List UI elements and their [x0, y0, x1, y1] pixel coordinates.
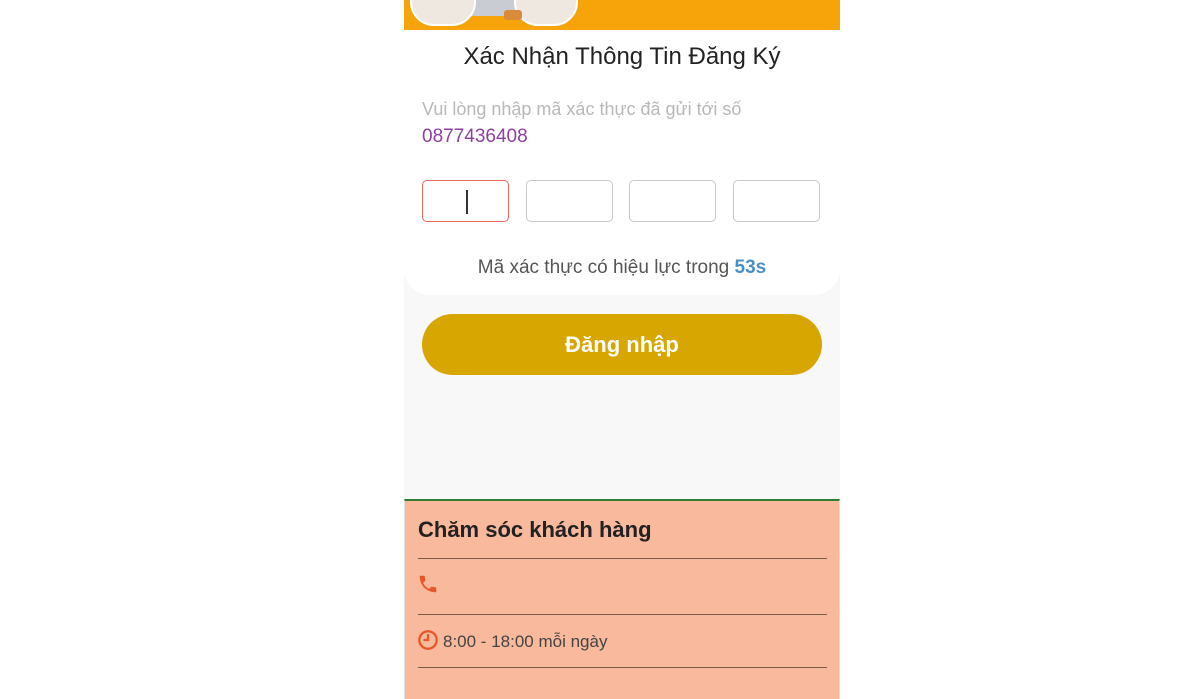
login-button[interactable]: Đăng nhập [422, 314, 822, 375]
customer-care-title: Chăm sóc khách hàng [418, 517, 652, 542]
page-title: Xác Nhận Thông Tin Đăng Ký [463, 43, 781, 70]
divider [418, 614, 827, 615]
divider [418, 667, 827, 668]
header-banner [404, 0, 840, 30]
otp-timer: Mã xác thực có hiệu lực trong 53s [404, 257, 840, 279]
mobile-page: Xác Nhận Thông Tin Đăng Ký Vui lòng nhập… [404, 0, 840, 699]
phone-number: 0877436408 [422, 126, 528, 147]
timer-prefix: Mã xác thực có hiệu lực trong [477, 257, 730, 278]
divider [418, 558, 827, 559]
otp-input-1[interactable] [422, 180, 509, 222]
text-caret [466, 190, 468, 214]
otp-input-4[interactable] [733, 180, 820, 222]
timer-seconds: 53s [734, 257, 767, 278]
banner-shoe-left-graphic [410, 0, 476, 26]
clock-icon [418, 630, 438, 650]
otp-input-3[interactable] [629, 180, 716, 222]
banner-shoe-right-graphic [514, 0, 578, 26]
banner-sole-graphic [504, 10, 522, 20]
support-hours: 8:00 - 18:00 mỗi ngày [443, 632, 608, 651]
customer-care-section: Chăm sóc khách hàng 8:00 - 18:00 mỗi ngà… [404, 499, 840, 699]
verification-hint: Vui lòng nhập mã xác thực đã gửi tới số [422, 99, 742, 119]
otp-input-2[interactable] [526, 180, 613, 222]
phone-icon[interactable] [417, 573, 439, 595]
